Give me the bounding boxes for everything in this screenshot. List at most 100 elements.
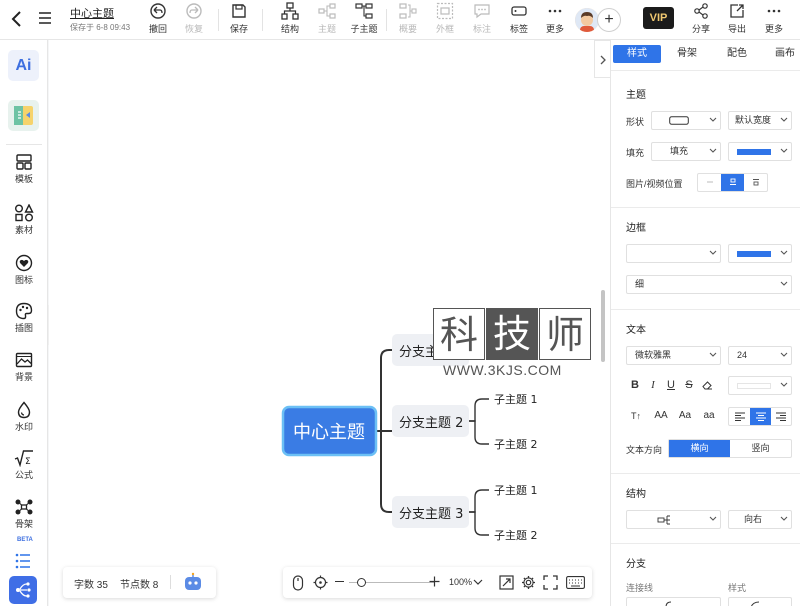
horizontal-direction-button[interactable]: 横向 <box>669 440 730 457</box>
subtopic-text[interactable]: 子主题 1 <box>494 484 538 497</box>
subtopic-text[interactable]: 子主题 1 <box>494 393 538 406</box>
mindmap-view-button[interactable] <box>9 576 37 604</box>
image-pos-top[interactable] <box>721 174 744 191</box>
more-right-button[interactable]: 更多 <box>754 2 794 38</box>
border-color-picker[interactable] <box>728 244 792 263</box>
italic-button[interactable]: I <box>644 376 662 394</box>
sidebar-item-label: 公式 <box>14 470 33 480</box>
zoom-in-button[interactable] <box>429 576 440 587</box>
align-left-icon <box>734 412 745 421</box>
topic-button[interactable]: 主题 <box>307 2 347 38</box>
back-icon[interactable] <box>10 10 24 28</box>
sidebar-item-watermark[interactable]: 水印 <box>0 401 48 433</box>
zoom-out-button[interactable] <box>335 581 344 582</box>
sidebar-item-icons[interactable]: 图标 <box>0 254 48 286</box>
sidebar-item-background[interactable]: 背景 <box>0 351 48 383</box>
image-position-toggle[interactable] <box>697 173 768 192</box>
robot-icon[interactable] <box>183 572 203 592</box>
image-pos-bottom[interactable] <box>744 174 767 191</box>
redo-label: 恢复 <box>184 24 203 34</box>
keyboard-icon[interactable] <box>566 576 585 589</box>
chevron-down-icon[interactable] <box>473 579 483 585</box>
share-button[interactable]: 分享 <box>681 2 721 38</box>
font-size-select[interactable]: 24 <box>728 346 792 365</box>
topic-label: 主题 <box>317 24 336 34</box>
structure-select[interactable] <box>626 510 721 529</box>
tab-style[interactable]: 样式 <box>613 45 661 63</box>
align-right-button[interactable] <box>771 408 791 425</box>
gear-icon[interactable] <box>521 575 536 590</box>
direction-select[interactable]: 向右 <box>728 510 792 529</box>
tab-color-scheme[interactable]: 配色 <box>713 45 761 63</box>
image-pos-left[interactable] <box>698 174 721 191</box>
sidebar-item-material[interactable]: 素材 <box>0 204 48 236</box>
avatar[interactable] <box>575 8 599 32</box>
sidebar-item-illustration[interactable]: 插图 <box>0 302 48 334</box>
save-button[interactable]: 保存 <box>219 2 259 38</box>
align-left-button[interactable] <box>729 408 750 425</box>
export-button[interactable]: 导出 <box>717 2 757 38</box>
border-thickness-select[interactable]: 细 <box>626 275 792 294</box>
redo-button[interactable]: 恢复 <box>174 2 214 38</box>
case-option-button[interactable]: Aa <box>675 407 695 425</box>
branch-style-select[interactable] <box>728 597 792 606</box>
connector-select[interactable] <box>626 597 721 606</box>
more-right-label: 更多 <box>764 24 783 34</box>
subtopic-button[interactable]: 子主题 <box>344 2 384 38</box>
section-divider <box>611 543 800 544</box>
text-direction-toggle[interactable]: 横向 竖向 <box>668 439 792 458</box>
mouse-icon[interactable] <box>291 575 305 591</box>
menu-icon[interactable] <box>38 11 52 25</box>
topic-icon <box>318 3 336 19</box>
align-center-button[interactable] <box>750 408 771 425</box>
app-launcher-button[interactable] <box>8 100 39 131</box>
tag-button[interactable]: 标签 <box>499 2 539 38</box>
document-stats-panel: 字数 35 节点数 8 <box>63 567 216 598</box>
case-option-button[interactable]: AA <box>651 407 671 425</box>
sidebar-item-template[interactable]: 模板 <box>0 153 48 185</box>
tab-skeleton[interactable]: 骨架 <box>663 45 711 63</box>
fullscreen-icon[interactable] <box>543 575 558 590</box>
frame-button[interactable]: 外框 <box>425 2 465 38</box>
border-style-select[interactable] <box>626 244 721 263</box>
summary-button[interactable]: 概要 <box>388 2 428 38</box>
add-collaborator-button[interactable]: + <box>597 8 621 32</box>
case-option-button[interactable]: aa <box>699 407 719 425</box>
zoom-level[interactable]: 100% <box>449 577 472 587</box>
document-title[interactable]: 中心主题 <box>70 5 114 21</box>
undo-label: 撤回 <box>148 24 167 34</box>
fit-screen-icon[interactable] <box>499 575 514 590</box>
text-color-picker[interactable] <box>728 376 792 395</box>
fill-select[interactable]: 填充 <box>651 142 721 161</box>
bold-button[interactable]: B <box>626 376 644 394</box>
subtopic-text[interactable]: 子主题 2 <box>494 529 538 542</box>
sidebar-item-skeleton[interactable]: 骨架 <box>0 498 48 530</box>
strikethrough-button[interactable]: S <box>680 376 698 394</box>
outline-view-button[interactable] <box>9 549 37 573</box>
more-button[interactable]: 更多 <box>535 2 575 38</box>
note-button[interactable]: 标注 <box>462 2 502 38</box>
sidebar-item-label: 图标 <box>14 275 33 285</box>
zoom-slider-handle[interactable] <box>357 578 366 587</box>
vip-badge[interactable]: VIP <box>643 7 674 29</box>
tab-canvas[interactable]: 画布 <box>763 45 800 63</box>
structure-button[interactable]: 结构 <box>270 2 310 38</box>
undo-button[interactable]: 撤回 <box>138 2 178 38</box>
vertical-direction-button[interactable]: 竖向 <box>730 440 791 457</box>
ai-button[interactable]: Ai <box>8 50 39 81</box>
shape-select[interactable] <box>651 111 721 130</box>
subtopic-text[interactable]: 子主题 2 <box>494 438 538 451</box>
vertical-scrollbar[interactable] <box>601 290 605 362</box>
text-align-toggle[interactable] <box>728 407 792 426</box>
font-family-select[interactable]: 微软雅黑 <box>626 346 721 365</box>
fill-color-picker[interactable] <box>728 142 792 161</box>
width-select[interactable]: 默认宽度 <box>728 111 792 130</box>
right-panel-toggle[interactable] <box>594 40 610 78</box>
locate-icon[interactable] <box>313 575 328 590</box>
underline-button[interactable]: U <box>662 376 680 394</box>
clear-format-button[interactable] <box>698 376 716 394</box>
font-size-value: 24 <box>737 350 748 360</box>
case-option-button[interactable]: T↑ <box>626 407 646 425</box>
formula-icon: Σ <box>14 450 33 467</box>
sidebar-item-formula[interactable]: Σ 公式 <box>0 449 48 481</box>
